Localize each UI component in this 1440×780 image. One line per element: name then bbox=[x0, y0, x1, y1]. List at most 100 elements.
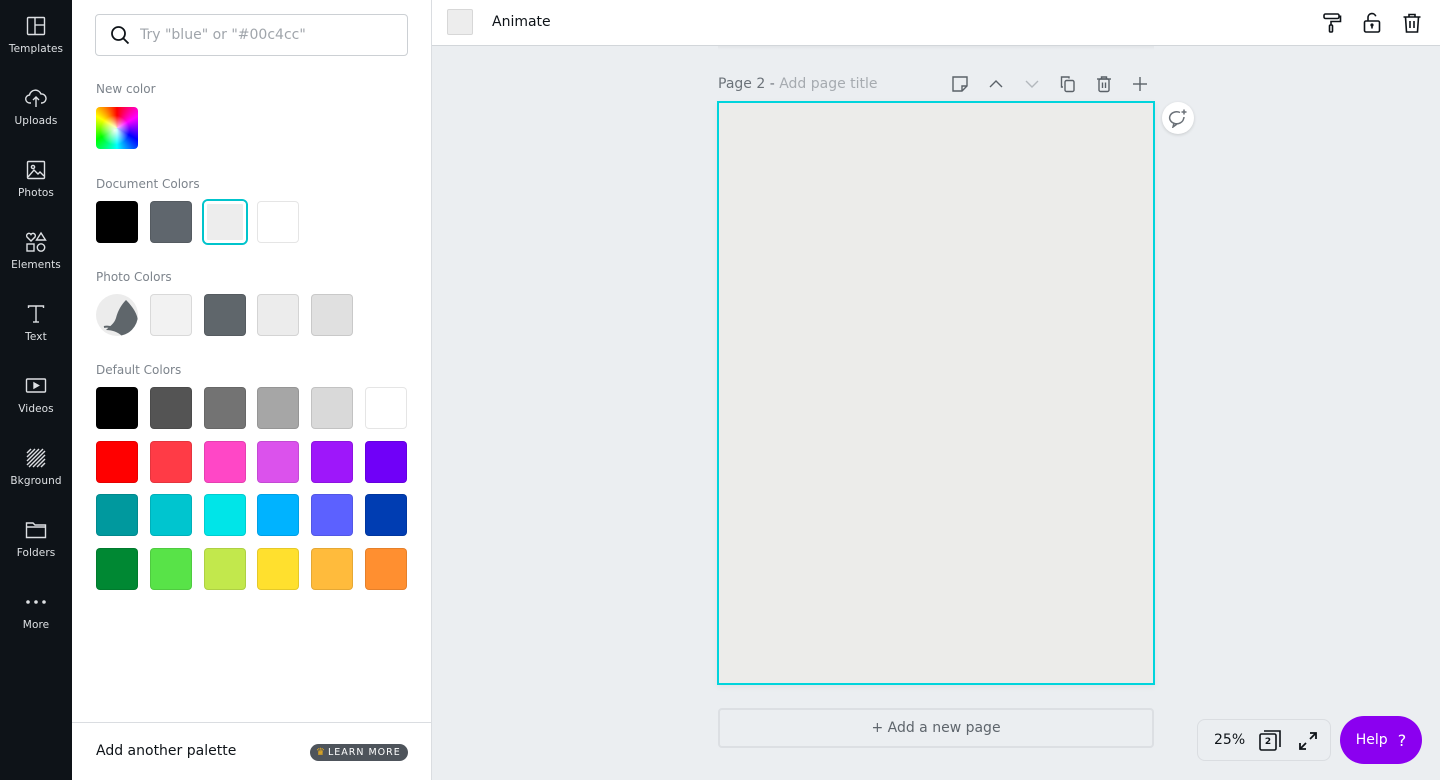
default-color-swatch[interactable] bbox=[150, 548, 192, 590]
video-icon bbox=[24, 374, 48, 398]
default-color-swatch[interactable] bbox=[204, 441, 246, 483]
nav-item-photos[interactable]: Photos bbox=[0, 144, 72, 216]
add-comment-button[interactable] bbox=[1162, 102, 1194, 134]
page-canvas[interactable] bbox=[717, 101, 1155, 685]
add-new-page-button[interactable]: + Add a new page bbox=[718, 708, 1154, 748]
default-color-swatch[interactable] bbox=[257, 387, 299, 429]
templates-icon bbox=[24, 14, 48, 38]
photo-color-swatch[interactable] bbox=[204, 294, 246, 336]
default-colors-title: Default Colors bbox=[96, 363, 182, 377]
page-notes-icon[interactable] bbox=[950, 74, 970, 94]
nav-item-uploads[interactable]: Uploads bbox=[0, 72, 72, 144]
background-hatch-icon bbox=[24, 446, 48, 470]
zoom-controls: 25% 2 bbox=[1197, 719, 1331, 761]
nav-item-templates[interactable]: Templates bbox=[0, 0, 72, 72]
new-color-picker-button[interactable] bbox=[96, 107, 138, 149]
move-page-down-icon[interactable] bbox=[1022, 74, 1042, 94]
default-color-swatch[interactable] bbox=[257, 441, 299, 483]
move-page-up-icon[interactable] bbox=[986, 74, 1006, 94]
nav-item-text[interactable]: Text bbox=[0, 288, 72, 360]
learn-more-label: LEARN MORE bbox=[327, 747, 401, 758]
current-color-swatch-button[interactable] bbox=[447, 9, 473, 35]
default-color-swatch[interactable] bbox=[96, 494, 138, 536]
unlock-icon[interactable] bbox=[1360, 11, 1384, 35]
help-label: Help bbox=[1355, 732, 1388, 748]
shapes-icon bbox=[24, 230, 48, 254]
duplicate-page-icon[interactable] bbox=[1058, 74, 1078, 94]
document-color-swatch[interactable] bbox=[96, 201, 138, 243]
nav-label: More bbox=[22, 619, 50, 631]
photo-thumbnail[interactable] bbox=[96, 294, 138, 336]
photo-color-swatch[interactable] bbox=[150, 294, 192, 336]
add-another-palette-label: Add another palette bbox=[96, 743, 237, 759]
animate-button[interactable]: Animate bbox=[492, 14, 551, 30]
nav-item-elements[interactable]: Elements bbox=[0, 216, 72, 288]
default-color-swatch[interactable] bbox=[365, 548, 407, 590]
page-grid-button[interactable]: 2 bbox=[1258, 729, 1282, 753]
default-color-swatch[interactable] bbox=[257, 548, 299, 590]
add-page-icon[interactable] bbox=[1130, 74, 1150, 94]
nav-label: Videos bbox=[18, 403, 54, 415]
page-label: Page 2 - Add page title bbox=[718, 76, 878, 92]
nav-item-more[interactable]: More bbox=[0, 576, 72, 648]
new-color-title: New color bbox=[96, 82, 156, 96]
default-color-swatch[interactable] bbox=[150, 387, 192, 429]
paint-roller-icon[interactable] bbox=[1320, 11, 1344, 35]
left-nav: Templates Uploads Photos Elements Text V… bbox=[0, 0, 72, 780]
question-mark-icon: ? bbox=[1397, 730, 1407, 750]
page-count: 2 bbox=[1264, 737, 1272, 747]
nav-label: Uploads bbox=[14, 115, 58, 127]
document-colors-title: Document Colors bbox=[96, 177, 200, 191]
zoom-level[interactable]: 25% bbox=[1214, 732, 1245, 748]
nav-label: Folders bbox=[16, 547, 56, 559]
nav-item-videos[interactable]: Videos bbox=[0, 360, 72, 432]
default-color-swatch[interactable] bbox=[96, 548, 138, 590]
default-color-swatch[interactable] bbox=[311, 548, 353, 590]
crown-icon: ♛ bbox=[316, 747, 326, 758]
default-color-swatch[interactable] bbox=[204, 494, 246, 536]
default-color-swatch[interactable] bbox=[204, 387, 246, 429]
help-button[interactable]: Help? bbox=[1340, 716, 1422, 764]
default-color-swatch[interactable] bbox=[96, 387, 138, 429]
photo-colors-title: Photo Colors bbox=[96, 270, 172, 284]
nav-label: Templates bbox=[8, 43, 64, 55]
default-color-swatch[interactable] bbox=[204, 548, 246, 590]
photo-color-swatch[interactable] bbox=[311, 294, 353, 336]
search-icon bbox=[111, 26, 130, 45]
nav-item-background[interactable]: Bkground bbox=[0, 432, 72, 504]
upload-cloud-icon bbox=[24, 86, 48, 110]
color-search-box[interactable] bbox=[95, 14, 408, 56]
document-color-swatch[interactable] bbox=[204, 201, 246, 243]
learn-more-button[interactable]: ♛ LEARN MORE bbox=[310, 744, 408, 761]
nav-item-folders[interactable]: Folders bbox=[0, 504, 72, 576]
default-color-swatch[interactable] bbox=[365, 441, 407, 483]
default-color-swatch[interactable] bbox=[365, 387, 407, 429]
default-color-swatch[interactable] bbox=[150, 441, 192, 483]
default-color-swatch[interactable] bbox=[311, 441, 353, 483]
default-color-swatch[interactable] bbox=[365, 494, 407, 536]
document-color-swatch[interactable] bbox=[257, 201, 299, 243]
default-color-swatch[interactable] bbox=[257, 494, 299, 536]
default-color-swatch[interactable] bbox=[311, 494, 353, 536]
default-color-swatch[interactable] bbox=[96, 441, 138, 483]
color-panel: New color Document Colors Photo Colors D… bbox=[72, 0, 432, 780]
more-dots-icon bbox=[24, 590, 48, 614]
delete-page-icon[interactable] bbox=[1094, 74, 1114, 94]
trash-icon[interactable] bbox=[1400, 11, 1424, 35]
default-color-swatch[interactable] bbox=[311, 387, 353, 429]
page-number-label: Page 2 - bbox=[718, 76, 780, 92]
nav-label: Photos bbox=[17, 187, 55, 199]
color-search-input[interactable] bbox=[140, 27, 390, 43]
add-comment-icon bbox=[1168, 109, 1187, 128]
text-icon bbox=[24, 302, 48, 326]
nav-label: Elements bbox=[11, 259, 61, 271]
page-title-input[interactable]: Add page title bbox=[779, 76, 877, 92]
nav-label: Text bbox=[25, 331, 47, 343]
previous-page-edge bbox=[718, 46, 1154, 50]
photo-icon bbox=[24, 158, 48, 182]
fullscreen-icon[interactable] bbox=[1296, 729, 1320, 753]
document-color-swatch[interactable] bbox=[150, 201, 192, 243]
default-color-swatch[interactable] bbox=[150, 494, 192, 536]
folder-icon bbox=[24, 518, 48, 542]
photo-color-swatch[interactable] bbox=[257, 294, 299, 336]
